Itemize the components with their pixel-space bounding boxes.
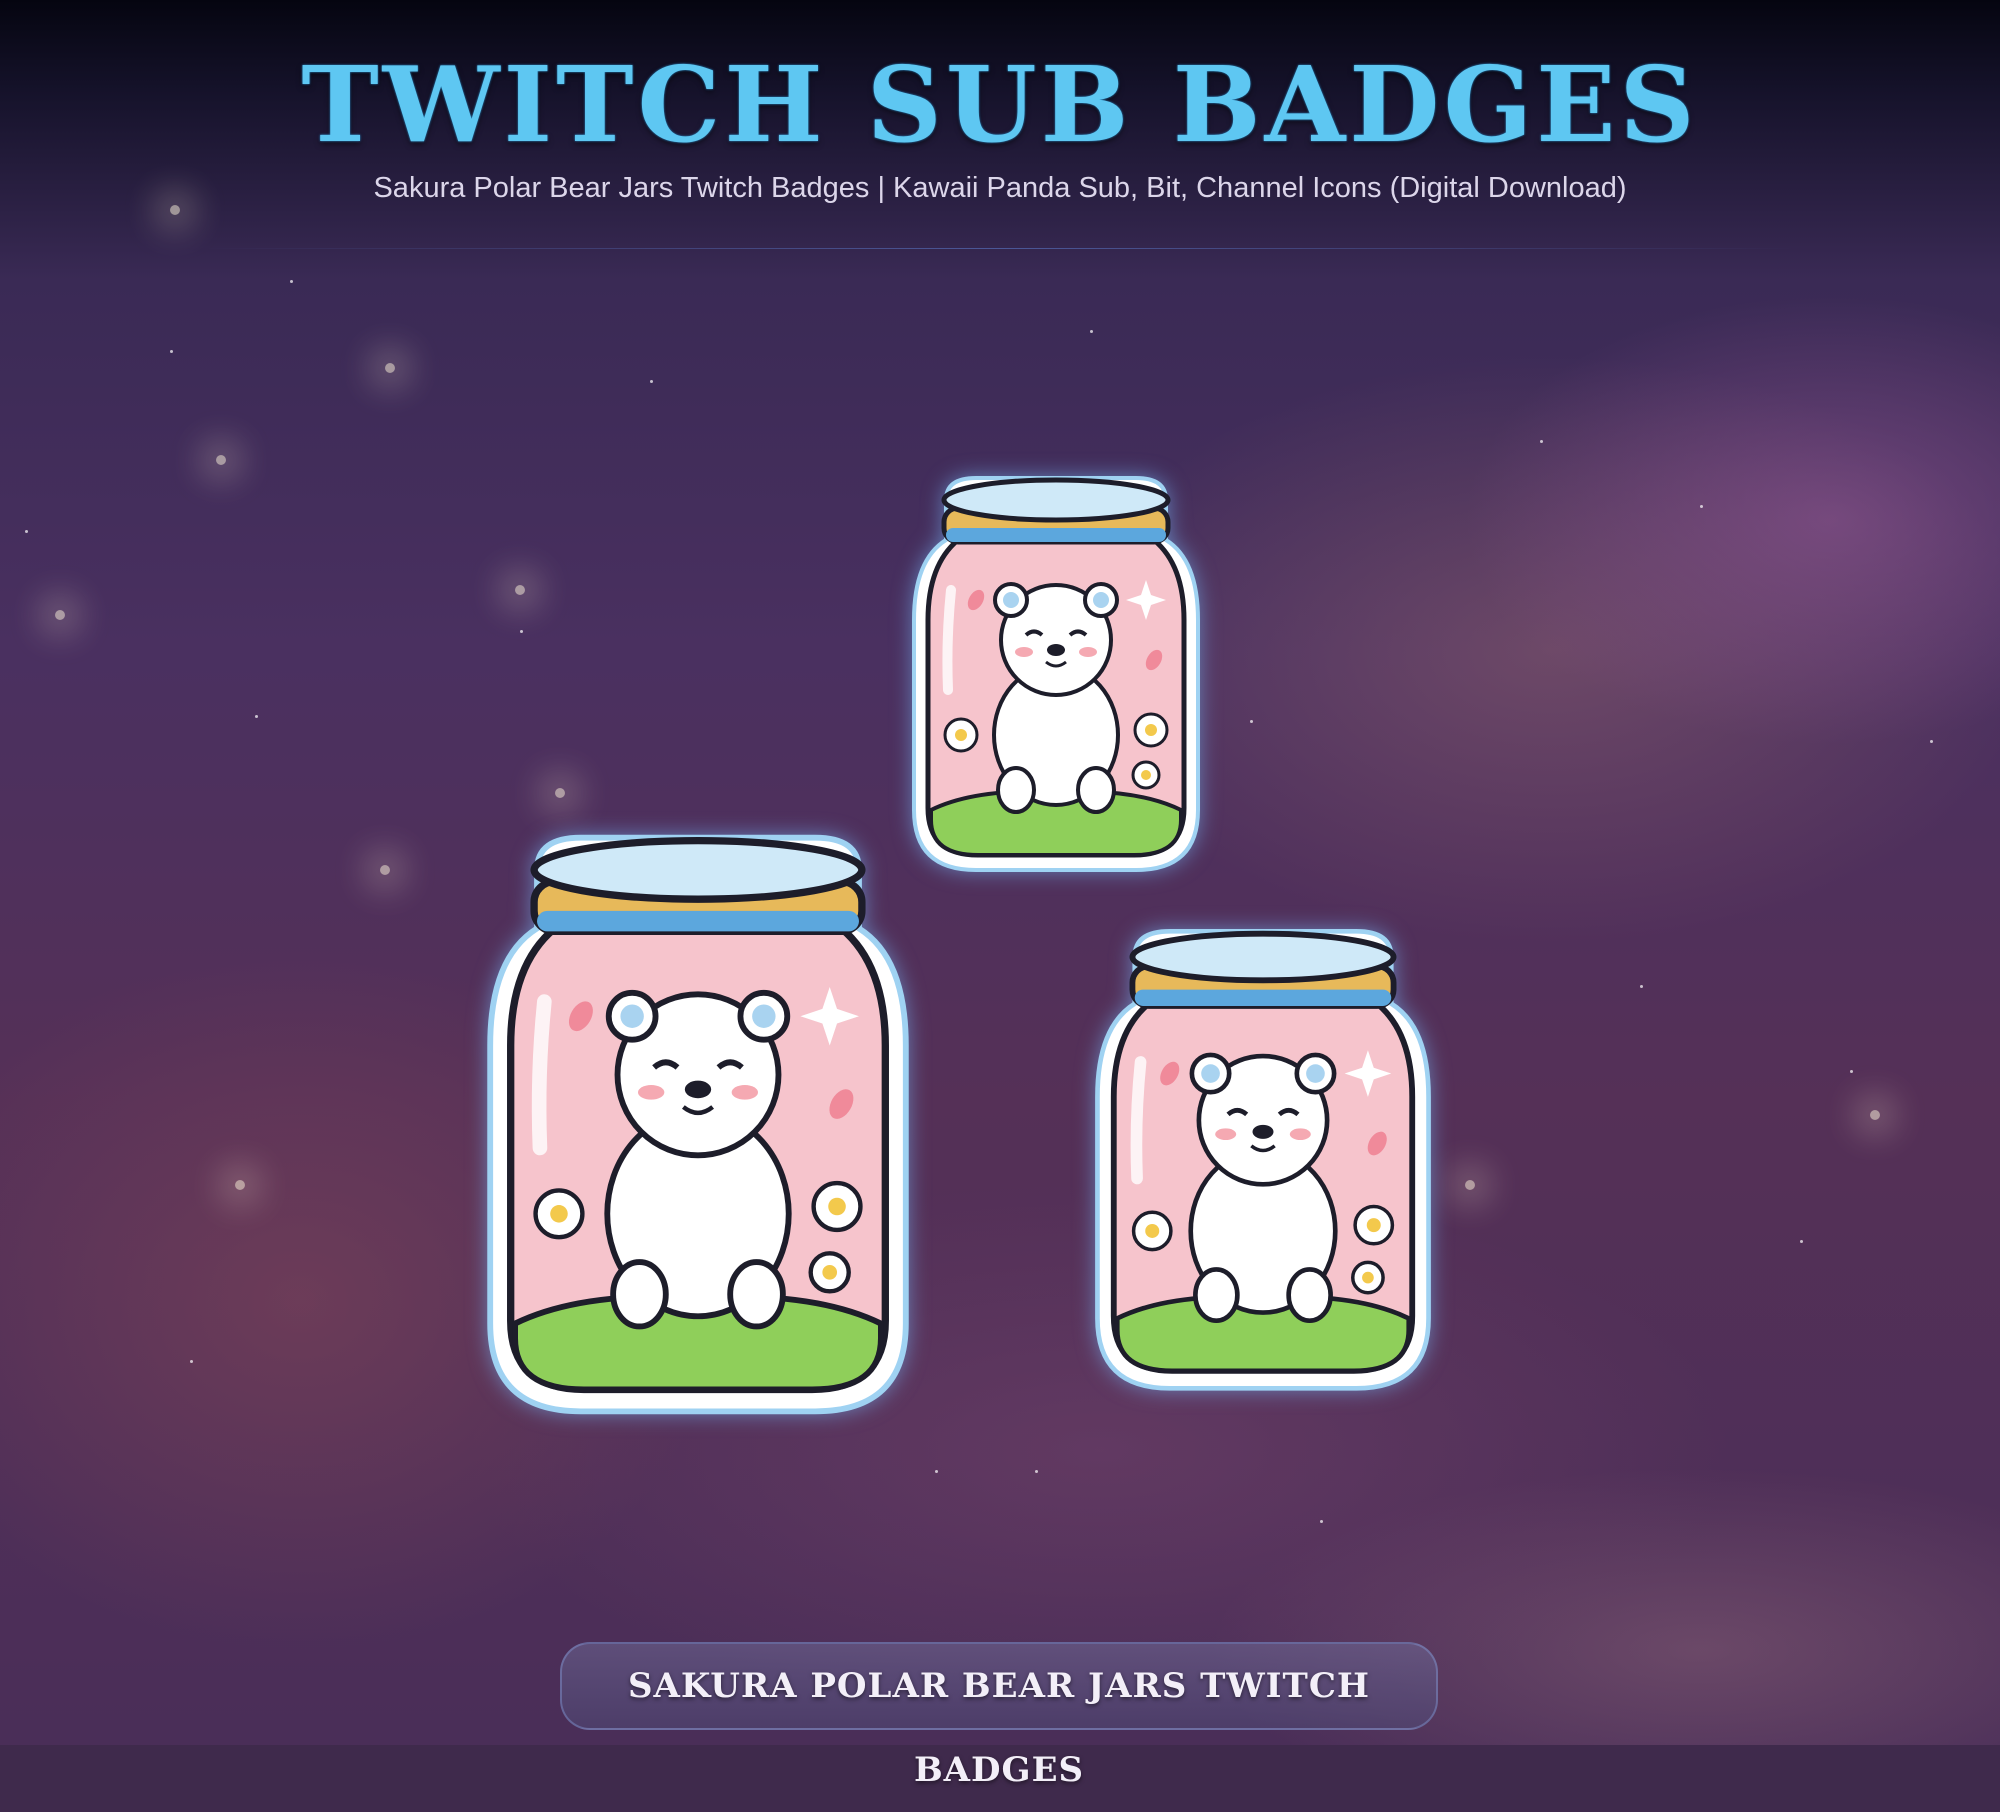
star-dot xyxy=(1700,505,1703,508)
star-dot xyxy=(1850,1070,1853,1073)
star-dot xyxy=(935,1470,938,1473)
star-glow xyxy=(235,1180,245,1190)
star-glow xyxy=(216,455,226,465)
star-dot xyxy=(1090,330,1093,333)
sakura-polar-bear-jar-badge-small xyxy=(912,476,1200,872)
star-glow xyxy=(385,363,395,373)
star-dot xyxy=(1320,1520,1323,1523)
sakura-polar-bear-jar-badge-medium xyxy=(1095,928,1431,1391)
page-title: TWITCH SUB BADGES xyxy=(301,43,1699,166)
star-dot xyxy=(650,380,653,383)
star-glow xyxy=(380,865,390,875)
polar-bear-jar-illustration xyxy=(487,834,909,1415)
star-glow xyxy=(1465,1180,1475,1190)
star-dot xyxy=(1540,440,1543,443)
star-glow xyxy=(55,610,65,620)
star-dot xyxy=(190,1360,193,1363)
header-divider xyxy=(200,248,1800,249)
star-dot xyxy=(520,630,523,633)
star-dot xyxy=(1930,740,1933,743)
page-subtitle: Sakura Polar Bear Jars Twitch Badges | K… xyxy=(373,172,1627,204)
star-glow xyxy=(1870,1110,1880,1120)
star-dot xyxy=(170,350,173,353)
star-dot xyxy=(255,715,258,718)
star-dot xyxy=(25,530,28,533)
star-glow xyxy=(515,585,525,595)
star-dot xyxy=(1250,720,1253,723)
product-name-label: SAKURA POLAR BEAR JARS TWITCH BADGES xyxy=(627,1666,1371,1790)
polar-bear-jar-illustration xyxy=(1095,928,1431,1391)
star-dot xyxy=(1640,985,1643,988)
star-dot xyxy=(1035,1470,1038,1473)
polar-bear-jar-illustration xyxy=(912,476,1200,872)
star-dot xyxy=(1800,1240,1803,1243)
star-glow xyxy=(170,205,180,215)
star-dot xyxy=(290,280,293,283)
star-glow xyxy=(555,788,565,798)
product-name-button[interactable]: SAKURA POLAR BEAR JARS TWITCH BADGES xyxy=(560,1642,1438,1790)
sakura-polar-bear-jar-badge-large xyxy=(487,834,909,1415)
